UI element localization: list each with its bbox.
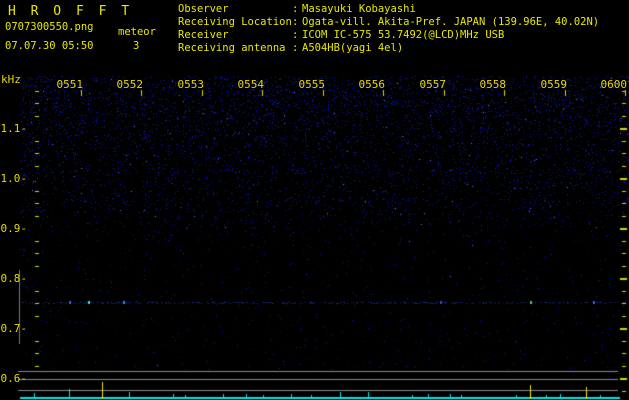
freq-unit-label: kHz (1, 73, 21, 86)
spectrogram-canvas (0, 0, 629, 400)
time-tick-label: 0556 (358, 78, 386, 91)
info-row-receiver: Receiver: ICOM IC-575 53.7492(@LCD)MHz US… (178, 29, 599, 42)
info-row-antenna: Receiving antenna: A504HB(yagi 4el) (178, 42, 599, 55)
info-separator: : (292, 3, 299, 15)
freq-tick-label: 1.1 (0, 122, 27, 135)
time-tick-label: 0555 (298, 78, 326, 91)
time-tick-label: 0554 (237, 78, 265, 91)
freq-tick-label: 0.8 (0, 272, 27, 285)
time-tick-label: 0557 (419, 78, 447, 91)
freq-tick-label: 0.6 (0, 372, 27, 385)
echo-count: 3 (133, 40, 140, 52)
freq-tick-label: 1.0 (0, 172, 27, 185)
info-label: Observer (178, 3, 229, 15)
time-tick-label: 0600 (600, 78, 628, 91)
time-tick-label: 0552 (116, 78, 144, 91)
app-title: H R O F F T (8, 4, 133, 19)
observation-datetime: 07.07.30 05:50 (5, 40, 94, 52)
info-value: Masayuki Kobayashi (302, 3, 416, 15)
time-tick-label: 0551 (56, 78, 84, 91)
station-info-block: Observer: Masayuki Kobayashi Receiving Lo… (178, 3, 599, 55)
freq-tick-label: 0.7 (0, 322, 27, 335)
info-label: Receiving antenna (178, 42, 286, 54)
output-filename: 0707300550.png (5, 21, 94, 33)
observation-mode: meteor (118, 26, 156, 38)
time-tick-label: 0553 (177, 78, 205, 91)
info-separator: : (292, 42, 299, 54)
freq-tick-label: 0.9 (0, 222, 27, 235)
time-tick-label: 0558 (479, 78, 507, 91)
info-label: Receiving Location (178, 16, 292, 28)
info-row-location: Receiving Location: Ogata-vill. Akita-Pre… (178, 16, 599, 29)
info-label: Receiver (178, 29, 229, 41)
info-value: Ogata-vill. Akita-Pref. JAPAN (139.96E, … (302, 16, 600, 28)
info-value: A504HB(yagi 4el) (302, 42, 404, 54)
hrofft-screen: H R O F F T 1.0.0 0707300550.png meteor … (0, 0, 629, 400)
info-separator: : (292, 16, 299, 28)
time-tick-label: 0559 (540, 78, 568, 91)
info-row-observer: Observer: Masayuki Kobayashi (178, 3, 599, 16)
info-separator: : (292, 29, 299, 41)
info-value: ICOM IC-575 53.7492(@LCD)MHz USB (302, 29, 505, 41)
